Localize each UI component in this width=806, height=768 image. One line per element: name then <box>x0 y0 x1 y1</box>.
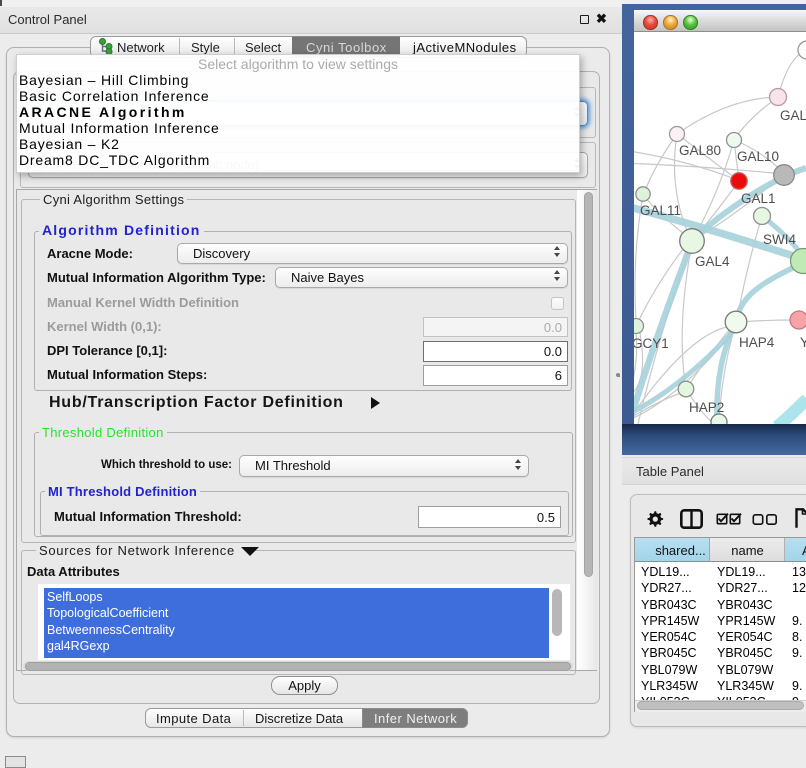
svg-text:GAL11: GAL11 <box>640 203 681 218</box>
svg-text:SWI4: SWI4 <box>763 232 796 247</box>
svg-text:GAL2: GAL2 <box>780 108 806 123</box>
svg-text:GCY1: GCY1 <box>634 336 669 351</box>
svg-text:HAP4: HAP4 <box>739 335 775 350</box>
svg-text:GAL10: GAL10 <box>737 149 779 164</box>
svg-text:GAL4: GAL4 <box>695 254 730 269</box>
svg-text:HAP2: HAP2 <box>689 400 724 415</box>
svg-text:GAL80: GAL80 <box>679 143 721 158</box>
svg-text:GAL1: GAL1 <box>741 191 776 206</box>
svg-text:YL: YL <box>800 335 806 350</box>
